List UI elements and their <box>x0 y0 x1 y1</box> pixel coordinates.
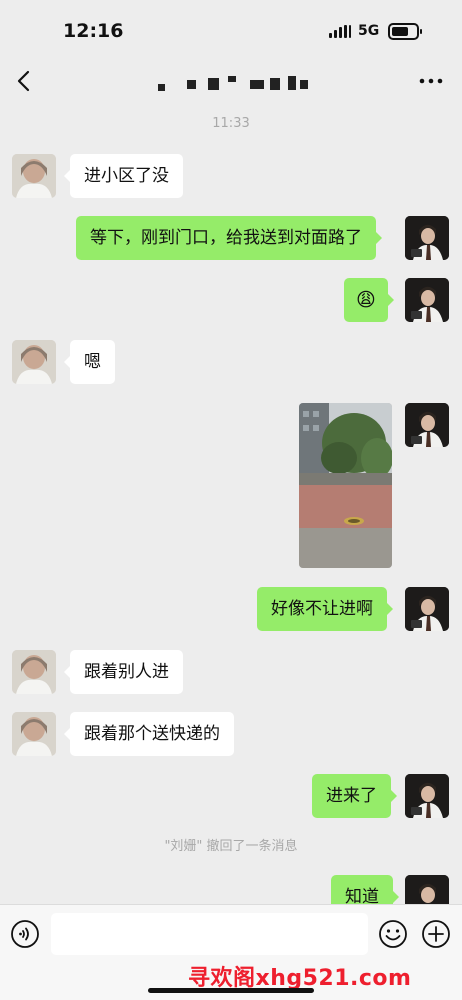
plus-icon[interactable] <box>421 919 451 949</box>
more-dots-icon[interactable] <box>414 66 448 96</box>
message-bubble-me[interactable]: 好像不让进啊 <box>257 587 393 631</box>
message-bubble-me[interactable]: 进来了 <box>312 774 397 818</box>
emoji-icon[interactable] <box>378 919 408 949</box>
chevron-left-icon[interactable] <box>10 66 40 96</box>
friend-avatar[interactable] <box>12 340 56 384</box>
message-bubble-me[interactable]: 等下，刚到门口，给我送到对面路了 <box>76 216 382 260</box>
network-type: 5G <box>358 23 380 39</box>
home-indicator <box>148 988 314 993</box>
status-time: 12:16 <box>63 20 124 42</box>
my-avatar[interactable] <box>405 278 449 322</box>
chat-screen: 12:16 5G ▘▗▙▘ ▄▖▚▗ 11:33 <box>0 0 462 1000</box>
my-avatar[interactable] <box>405 403 449 447</box>
my-avatar[interactable] <box>405 216 449 260</box>
my-avatar[interactable] <box>405 774 449 818</box>
battery-icon <box>388 23 422 40</box>
friend-avatar[interactable] <box>12 650 56 694</box>
input-bar: 寻欢阁xhg521.com <box>0 904 462 1000</box>
message-timestamp: 11:33 <box>212 116 250 131</box>
message-bubble-friend[interactable]: 嗯 <box>64 340 115 384</box>
chat-header: ▘▗▙▘ ▄▖▚▗ <box>0 62 462 102</box>
my-avatar[interactable] <box>405 587 449 631</box>
emoji-sticker: 😩 <box>356 289 376 311</box>
voice-icon[interactable] <box>10 919 40 949</box>
emoji-bubble[interactable]: 😩 <box>344 278 394 322</box>
friend-avatar[interactable] <box>12 154 56 198</box>
message-bubble-friend[interactable]: 进小区了没 <box>64 154 183 198</box>
battery-level <box>392 27 408 36</box>
image-message[interactable] <box>299 403 392 568</box>
message-bubble-friend[interactable]: 跟着别人进 <box>64 650 183 694</box>
message-bubble-friend[interactable]: 跟着那个送快递的 <box>64 712 234 756</box>
status-bar: 12:16 5G <box>0 0 462 62</box>
friend-avatar[interactable] <box>12 712 56 756</box>
message-input[interactable] <box>51 913 368 955</box>
recall-notice: "刘姗" 撤回了一条消息 <box>164 839 298 854</box>
signal-icon <box>329 25 351 38</box>
contact-name: ▘▗▙▘ ▄▖▚▗ <box>150 70 320 94</box>
